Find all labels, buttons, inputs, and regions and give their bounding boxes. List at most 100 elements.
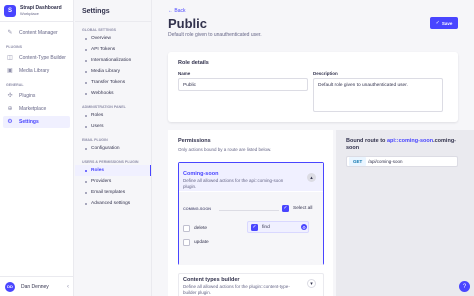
description-field[interactable]: Default role given to unauthenticated us… [313, 78, 443, 112]
subnav-item-advanced-settings[interactable]: Advanced settings [75, 198, 151, 209]
subnav-item-users[interactable]: Users [75, 121, 151, 132]
bound-route-panel: Bound route to api::coming-soon.coming-s… [336, 130, 474, 296]
chevron-up-icon[interactable]: ▴ [307, 173, 316, 182]
bullet-icon [85, 114, 87, 117]
main-nav: S Strapi Dashboard Workplace ✎ Content M… [0, 0, 74, 296]
nav-item-label: Content Manager [19, 30, 58, 36]
divider [219, 210, 279, 211]
page-subtitle: Default role given to unauthenticated us… [168, 32, 262, 38]
accordion-description: Define all allowed actions for the plugi… [183, 284, 290, 295]
shopping-cart-icon: ⊕ [7, 106, 13, 112]
checkbox-checked-icon: ✓ [282, 205, 289, 212]
accordion-title: Coming-soon [183, 171, 219, 177]
nav-item-label: Settings [19, 119, 39, 125]
nav-item-settings[interactable]: ⚙ Settings [3, 116, 70, 128]
accordion-content-types-builder[interactable]: Content types builder Define all allowed… [178, 273, 324, 296]
accordion-coming-soon: Coming-soon Define all allowed actions f… [178, 162, 324, 265]
action-update[interactable]: update [183, 237, 238, 247]
subnav-item-api-tokens[interactable]: API Tokens [75, 44, 151, 55]
subnav-item-admin-roles[interactable]: Roles [75, 110, 151, 121]
checkbox-icon [183, 224, 190, 232]
select-all-label: Select all [293, 206, 313, 211]
nav-item-media-library[interactable]: ▣ Media Library [3, 65, 70, 77]
chevron-down-icon[interactable]: ▾ [307, 279, 316, 288]
action-find[interactable]: ✓ find ⚙ [247, 221, 309, 233]
save-label: Save [441, 20, 453, 26]
subnav-item-label: Internationalization [91, 58, 132, 63]
subnav-item-label: Users [91, 124, 104, 129]
subnav-item-label: Webhooks [91, 91, 114, 96]
bullet-icon [85, 37, 87, 40]
page-title: Public [168, 16, 208, 31]
help-button[interactable]: ? [459, 281, 470, 292]
avatar: DD [5, 281, 15, 292]
check-icon: ✓ [435, 20, 440, 26]
bullet-icon [85, 59, 87, 62]
nav-item-content-manager[interactable]: ✎ Content Manager [3, 27, 70, 39]
nav-item-marketplace[interactable]: ⊕ Marketplace [3, 103, 70, 115]
collapse-nav-icon[interactable]: ‹ [67, 284, 69, 290]
route-method-badge: GET [349, 157, 367, 166]
bullet-icon [85, 70, 87, 73]
action-label: delete [194, 225, 208, 231]
nav-item-label: Content-Type Builder [19, 55, 66, 61]
subnav-item-overview[interactable]: Overview [75, 33, 151, 44]
subnav-item-internationalization[interactable]: Internationalization [75, 55, 151, 66]
checkbox-checked-icon: ✓ [251, 223, 258, 231]
action-label: update [194, 239, 209, 245]
back-link[interactable]: ← Back [168, 8, 186, 14]
description-label: Description [313, 71, 338, 76]
strapi-logo-icon: S [4, 4, 16, 17]
checkbox-icon [183, 238, 190, 246]
subnav-item-label: Overview [91, 36, 111, 41]
nav-item-label: Marketplace [19, 106, 47, 112]
subnav-item-transfer-tokens[interactable]: Transfer Tokens [75, 77, 151, 88]
bullet-icon [85, 147, 87, 150]
subnav-item-label: API Tokens [91, 47, 116, 52]
subnav-item-providers[interactable]: Providers [75, 176, 151, 187]
user-menu[interactable]: DD Dan Denney ‹ [0, 276, 74, 296]
nav-item-label: Media Library [19, 68, 50, 74]
accordion-description: Define all allowed actions for the api::… [183, 178, 284, 189]
subnav-item-roles[interactable]: Roles [75, 165, 151, 176]
image-icon: ▣ [7, 68, 13, 74]
select-all-checkbox[interactable]: ✓ Select all [282, 205, 312, 212]
permissions-title: Permissions [178, 138, 211, 144]
layout-icon: ◫ [7, 55, 13, 61]
subnav-item-media-library[interactable]: Media Library [75, 66, 151, 77]
subnav-item-configuration[interactable]: Configuration [75, 143, 151, 154]
nav-section-general: General [6, 83, 24, 87]
nav-section-plugins: Plugins [6, 45, 22, 49]
name-label: Name [178, 71, 191, 76]
nav-item-content-type-builder[interactable]: ◫ Content-Type Builder [3, 52, 70, 64]
gear-icon: ⚙ [7, 119, 13, 125]
nav-item-label: Plugins [19, 93, 36, 99]
role-details-title: Role details [178, 60, 209, 66]
back-label: Back [174, 8, 186, 14]
route-title-highlight: api::coming-soon [386, 138, 434, 144]
gear-icon[interactable]: ⚙ [301, 224, 307, 230]
role-details-card: Role details Name Public Description Def… [168, 52, 458, 122]
user-name: Dan Denney [21, 283, 49, 290]
bullet-icon [85, 81, 87, 84]
subnav-item-email-templates[interactable]: Email templates [75, 187, 151, 198]
bullet-icon [85, 169, 87, 172]
name-field[interactable]: Public [178, 78, 308, 91]
save-button[interactable]: ✓ Save [430, 17, 458, 29]
subnav-item-webhooks[interactable]: Webhooks [75, 88, 151, 99]
accordion-header[interactable]: Coming-soon Define all allowed actions f… [179, 163, 323, 191]
subnav-item-label: Transfer Tokens [91, 80, 126, 85]
arrow-left-icon: ← [168, 8, 173, 14]
route-path: /api/coming-soon [368, 159, 403, 164]
bullet-icon [85, 191, 87, 194]
accordion-title: Content types builder [183, 277, 240, 283]
feather-icon: ✎ [7, 30, 13, 36]
group-label: COMING-SOON [183, 207, 212, 211]
subnav-item-label: Advanced settings [91, 201, 131, 206]
nav-item-plugins[interactable]: ✣ Plugins [3, 90, 70, 102]
subnav-item-label: Configuration [91, 146, 120, 151]
action-delete[interactable]: delete [183, 223, 238, 233]
route-box: GET /api/coming-soon [346, 156, 458, 167]
puzzle-icon: ✣ [7, 93, 13, 99]
accordion-body: COMING-SOON ✓ Select all delete ✓ find ⚙ [179, 192, 323, 265]
